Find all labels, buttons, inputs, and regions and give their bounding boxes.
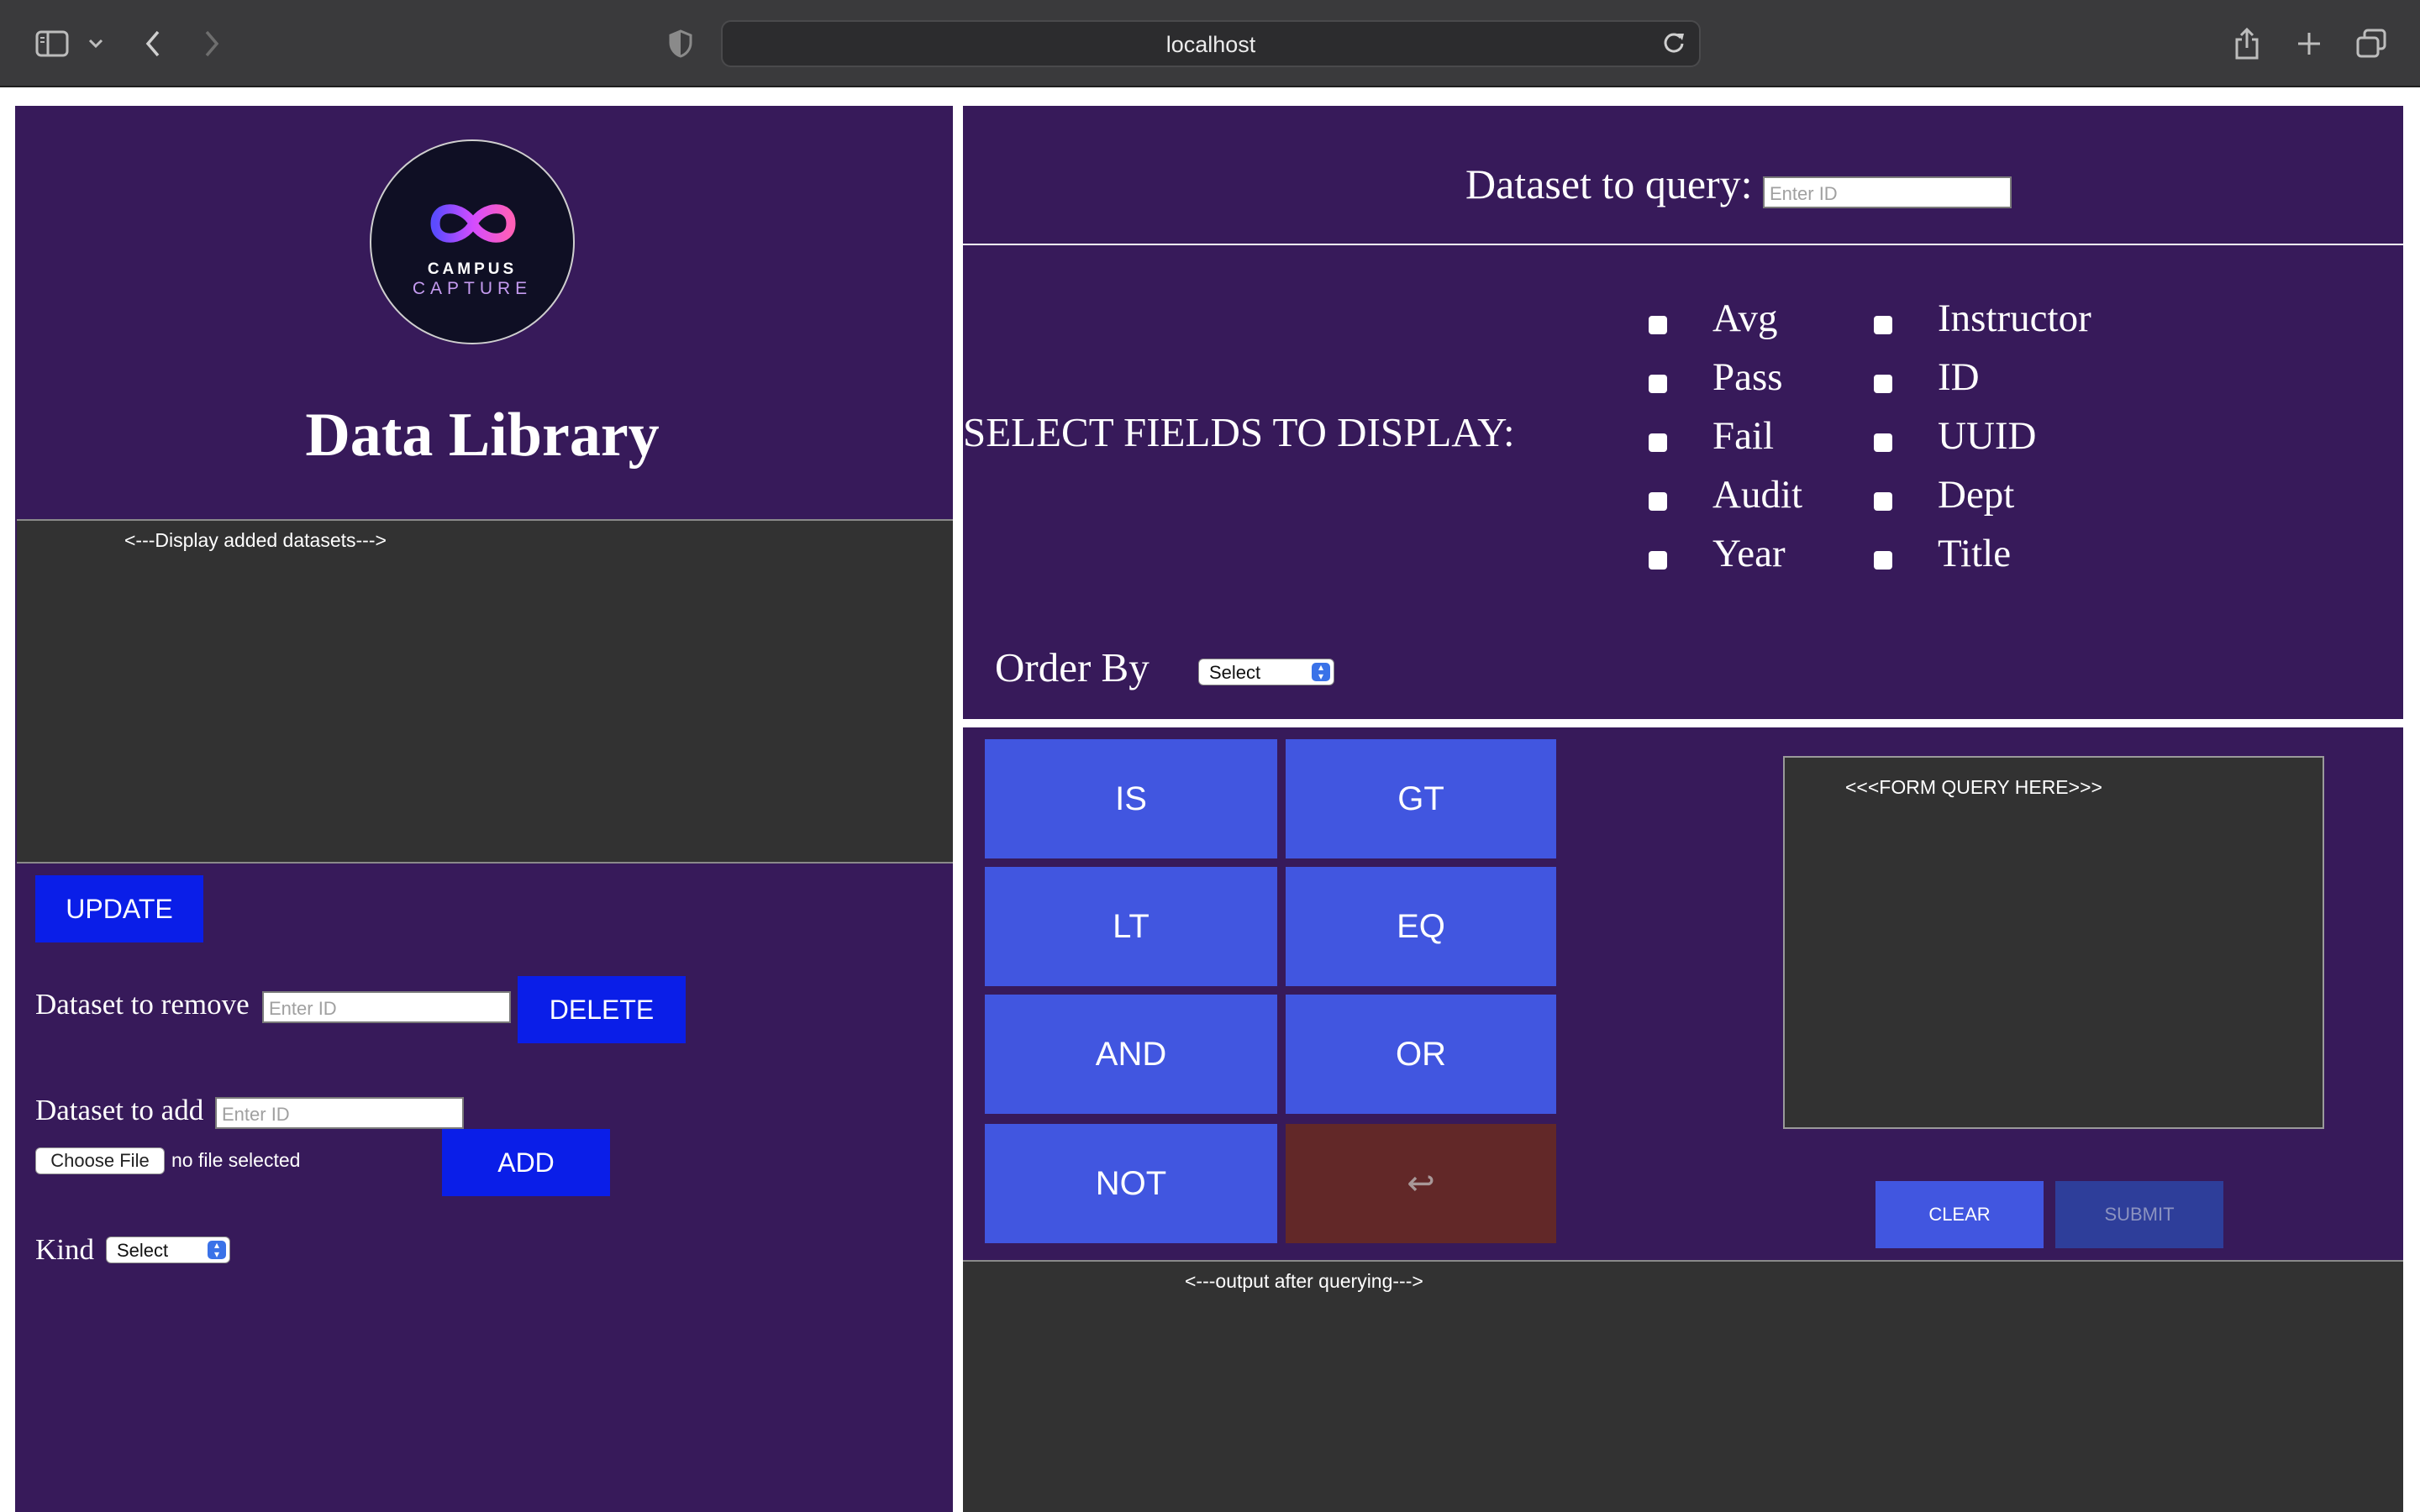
query-dataset-label: Dataset to query: bbox=[1465, 160, 1753, 207]
logo-word-capture: CAPTURE bbox=[412, 279, 533, 298]
checkbox-id[interactable] bbox=[1874, 375, 1892, 393]
field-label-uuid: UUID bbox=[1938, 414, 2037, 458]
field-label-instructor: Instructor bbox=[1938, 297, 2091, 340]
order-by-select[interactable]: Select ▴ ▾ bbox=[1198, 659, 1334, 685]
operator-or-button[interactable]: OR bbox=[1286, 995, 1556, 1114]
query-dataset-input[interactable]: Enter ID bbox=[1763, 176, 2012, 208]
operator-lt-button[interactable]: LT bbox=[985, 867, 1277, 986]
field-selection-panel bbox=[963, 245, 2403, 719]
checkbox-dept[interactable] bbox=[1874, 492, 1892, 511]
query-dataset-panel: Dataset to query: Enter ID bbox=[963, 106, 2403, 244]
add-button[interactable]: ADD bbox=[442, 1129, 610, 1196]
file-status: no file selected bbox=[171, 1149, 301, 1171]
field-label-dept: Dept bbox=[1938, 473, 2015, 517]
share-icon[interactable] bbox=[2227, 24, 2267, 64]
checkbox-pass[interactable] bbox=[1649, 375, 1667, 393]
operator-and-button[interactable]: AND bbox=[985, 995, 1277, 1114]
clear-button[interactable]: CLEAR bbox=[1876, 1181, 2044, 1248]
fields-title: SELECT FIELDS TO DISPLAY: bbox=[963, 409, 1515, 455]
order-by-label: Order By bbox=[995, 644, 1150, 690]
checkbox-audit[interactable] bbox=[1649, 492, 1667, 511]
order-by-select-value: Select bbox=[1209, 662, 1261, 683]
checkbox-instructor[interactable] bbox=[1874, 316, 1892, 334]
field-label-id: ID bbox=[1938, 355, 1980, 399]
campus-capture-logo: CAMPUS CAPTURE bbox=[370, 139, 575, 344]
kind-label: Kind bbox=[35, 1233, 94, 1266]
datasets-placeholder: <---Display added datasets---> bbox=[124, 529, 387, 551]
kind-select[interactable]: Select ▴ ▾ bbox=[106, 1236, 230, 1263]
field-label-pass: Pass bbox=[1712, 355, 1783, 399]
logo-word-campus: CAMPUS bbox=[427, 260, 518, 278]
sidebar-toggle-icon[interactable] bbox=[32, 24, 72, 64]
add-dataset-label: Dataset to add bbox=[35, 1094, 204, 1126]
field-label-avg: Avg bbox=[1712, 297, 1778, 340]
page-title: Data Library bbox=[305, 401, 660, 470]
checkbox-uuid[interactable] bbox=[1874, 433, 1892, 452]
infinity-icon bbox=[430, 204, 516, 243]
submit-button[interactable]: SUBMIT bbox=[2055, 1181, 2223, 1248]
checkbox-title[interactable] bbox=[1874, 551, 1892, 570]
select-arrows-icon: ▴ ▾ bbox=[1312, 662, 1330, 681]
datasets-display: <---Display added datasets---> bbox=[17, 519, 953, 864]
choose-file-button[interactable]: Choose File bbox=[35, 1147, 165, 1174]
chevron-down-icon[interactable] bbox=[76, 24, 116, 64]
update-button[interactable]: UPDATE bbox=[35, 875, 203, 942]
reload-icon[interactable] bbox=[1662, 30, 1686, 60]
query-input-box[interactable]: <<<FORM QUERY HERE>>> bbox=[1783, 756, 2324, 1129]
operator-eq-button[interactable]: EQ bbox=[1286, 867, 1556, 986]
field-label-year: Year bbox=[1712, 532, 1786, 575]
field-label-title: Title bbox=[1938, 532, 2012, 575]
return-icon: ↩ bbox=[1407, 1165, 1435, 1202]
return-button[interactable]: ↩ bbox=[1286, 1124, 1556, 1243]
remove-dataset-label: Dataset to remove bbox=[35, 988, 250, 1021]
field-label-audit: Audit bbox=[1712, 473, 1803, 517]
select-arrows-icon: ▴ ▾ bbox=[208, 1240, 226, 1259]
operator-is-button[interactable]: IS bbox=[985, 739, 1277, 858]
field-label-fail: Fail bbox=[1712, 414, 1775, 458]
delete-button[interactable]: DELETE bbox=[518, 976, 686, 1043]
query-output-area: <---output after querying---> bbox=[963, 1260, 2403, 1512]
web-page: CAMPUS CAPTURE Data Library <---Display … bbox=[0, 89, 2420, 1512]
privacy-shield-icon[interactable] bbox=[660, 24, 701, 64]
remove-dataset-input[interactable]: Enter ID bbox=[262, 991, 511, 1023]
query-box-placeholder: <<<FORM QUERY HERE>>> bbox=[1845, 776, 2102, 798]
checkbox-year[interactable] bbox=[1649, 551, 1667, 570]
tab-overview-icon[interactable] bbox=[2351, 24, 2391, 64]
checkbox-avg[interactable] bbox=[1649, 316, 1667, 334]
back-icon[interactable] bbox=[133, 24, 173, 64]
output-placeholder: <---output after querying---> bbox=[1185, 1270, 1423, 1292]
address-bar[interactable]: localhost bbox=[721, 20, 1701, 67]
kind-select-value: Select bbox=[117, 1240, 169, 1261]
checkbox-fail[interactable] bbox=[1649, 433, 1667, 452]
operator-gt-button[interactable]: GT bbox=[1286, 739, 1556, 858]
new-tab-icon[interactable] bbox=[2289, 24, 2329, 64]
add-dataset-input[interactable]: Enter ID bbox=[215, 1097, 464, 1129]
operator-not-button[interactable]: NOT bbox=[985, 1124, 1277, 1243]
url-text: localhost bbox=[1165, 32, 1256, 57]
browser-toolbar: localhost bbox=[0, 0, 2420, 87]
forward-icon[interactable] bbox=[192, 24, 232, 64]
